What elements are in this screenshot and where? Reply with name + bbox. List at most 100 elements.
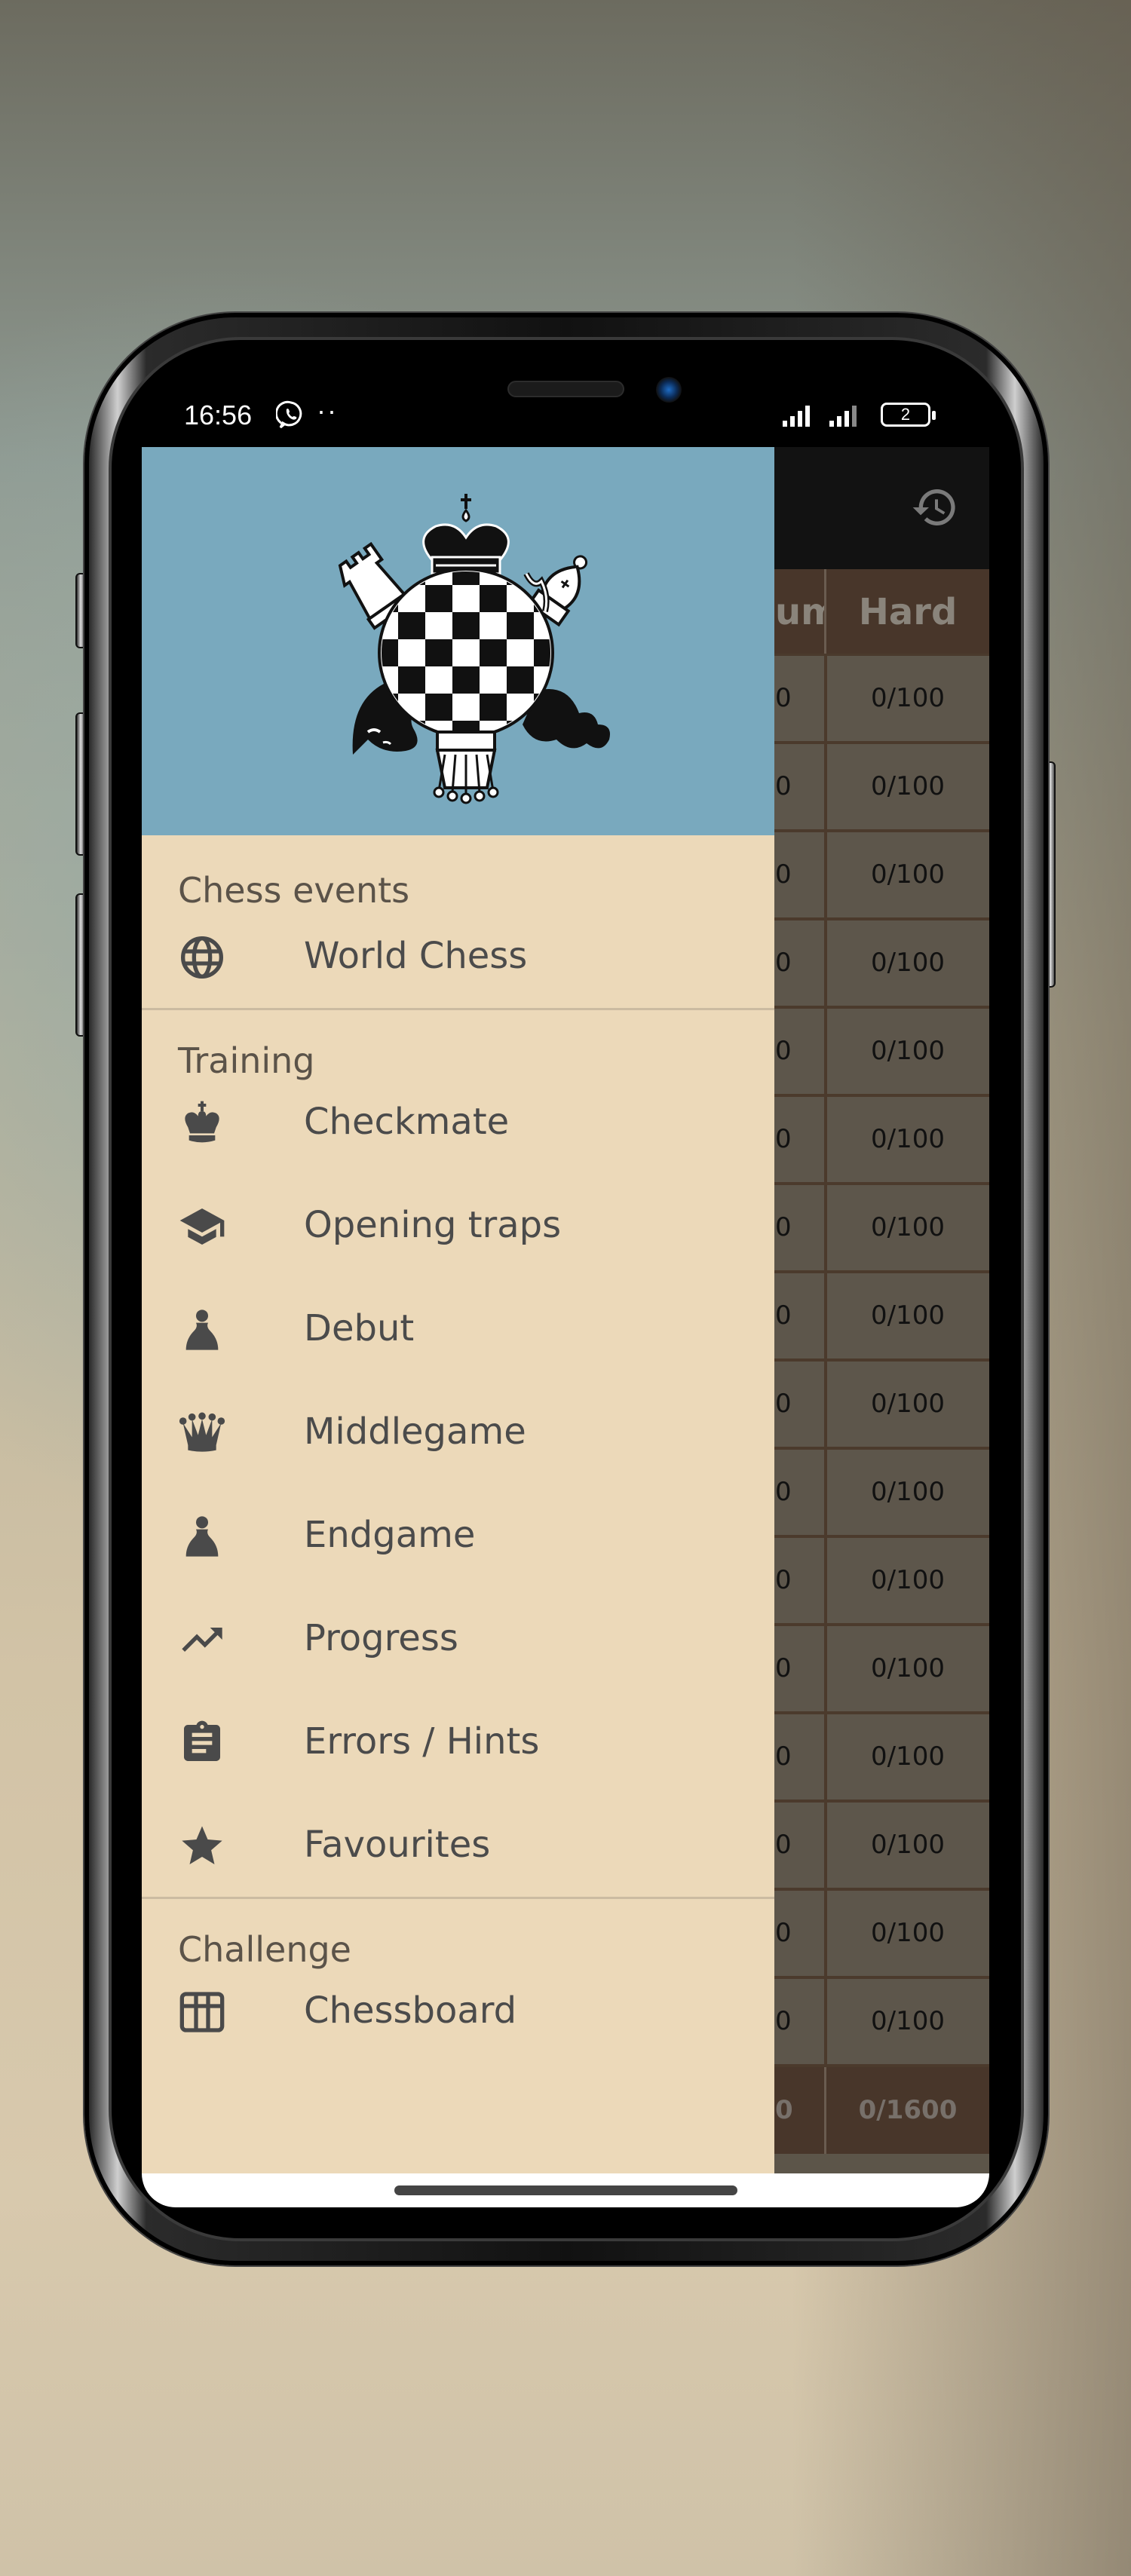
cell-medium: 0 bbox=[775, 1036, 792, 1066]
chess-pawn-icon bbox=[178, 1512, 226, 1561]
menu-item-progress[interactable]: Progress bbox=[142, 1587, 774, 1690]
cell-hard: 0/100 bbox=[871, 683, 945, 713]
navigation-drawer: Chess events World Chess Training Checkmate… bbox=[142, 447, 774, 2173]
cell-hard: 0/100 bbox=[871, 1036, 945, 1066]
menu-item-endgame[interactable]: Endgame bbox=[142, 1484, 774, 1587]
drawer-section-challenge: Challenge Chessboard bbox=[142, 1899, 774, 2063]
cell-hard: 0/100 bbox=[871, 771, 945, 801]
board-square bbox=[452, 666, 480, 694]
board-square bbox=[507, 612, 534, 639]
cell-hard: 0/100 bbox=[871, 1741, 945, 1772]
home-indicator[interactable] bbox=[394, 2185, 737, 2195]
cell-hard: 0/100 bbox=[871, 1389, 945, 1419]
menu-item-label: Debut bbox=[304, 1307, 415, 1349]
menu-item-middlegame[interactable]: Middlegame bbox=[142, 1380, 774, 1484]
menu-item-label: Opening traps bbox=[304, 1204, 562, 1246]
menu-item-debut[interactable]: Debut bbox=[142, 1277, 774, 1380]
board-square bbox=[452, 612, 480, 639]
menu-item-label: Progress bbox=[304, 1617, 458, 1659]
more-notifications-indicator: ·· bbox=[317, 395, 338, 426]
menu-item-label: Favourites bbox=[304, 1824, 491, 1866]
menu-item-world-chess[interactable]: World Chess bbox=[142, 905, 774, 1008]
menu-item-checkmate[interactable]: Checkmate bbox=[142, 1071, 774, 1174]
cell-hard: 0/100 bbox=[871, 1565, 945, 1595]
cell-medium: 0 bbox=[775, 1477, 792, 1507]
cell-medium: 0 bbox=[775, 1300, 792, 1331]
cell-medium: 0 bbox=[775, 1124, 792, 1154]
menu-item-label: Errors / Hints bbox=[304, 1720, 540, 1763]
menu-item-label: Checkmate bbox=[304, 1101, 510, 1143]
cell-medium: 0 bbox=[775, 1918, 792, 1948]
clipboard-icon bbox=[178, 1719, 226, 1767]
cell-hard: 0/100 bbox=[871, 1918, 945, 1948]
status-bar: 16:56 ·· 2 bbox=[142, 392, 989, 445]
whatsapp-icon bbox=[276, 400, 302, 429]
cell-hard: 0/100 bbox=[871, 1477, 945, 1507]
board-square bbox=[480, 639, 507, 666]
cell-medium: 0 bbox=[775, 1653, 792, 1683]
board-square bbox=[398, 666, 425, 694]
cell-hard: 0/100 bbox=[871, 948, 945, 978]
board-square bbox=[534, 748, 561, 775]
chess-logo-icon bbox=[338, 494, 610, 804]
menu-item-label: Endgame bbox=[304, 1514, 476, 1556]
cell-medium: 0 bbox=[775, 1830, 792, 1860]
cell-medium: 0 bbox=[775, 1741, 792, 1772]
board-square bbox=[480, 694, 507, 721]
battery-icon: 2 bbox=[881, 403, 936, 427]
cell-hard: 0/100 bbox=[871, 1300, 945, 1331]
menu-item-label: Chessboard bbox=[304, 1989, 517, 2032]
menu-item-opening-traps[interactable]: Opening traps bbox=[142, 1174, 774, 1277]
board-square bbox=[425, 694, 452, 721]
drawer-menu: Chess events World Chess Training Checkmate… bbox=[142, 835, 774, 2063]
graduation-cap-icon bbox=[178, 1202, 226, 1251]
cell-hard: 0/100 bbox=[871, 859, 945, 890]
menu-item-label: Middlegame bbox=[304, 1411, 526, 1453]
chess-queen-icon bbox=[178, 1409, 226, 1457]
section-title: Challenge bbox=[178, 1929, 351, 1970]
grid-icon bbox=[178, 1988, 226, 2036]
drawer-section-training: Training Checkmate Opening traps Debut Middl… bbox=[142, 1010, 774, 1897]
cell-medium: 0 bbox=[775, 1565, 792, 1595]
board-square bbox=[344, 666, 371, 694]
board-square bbox=[425, 585, 452, 612]
chess-pawn-icon bbox=[178, 1306, 226, 1354]
star-icon bbox=[178, 1822, 226, 1870]
cell-medium: 0 bbox=[775, 1212, 792, 1242]
cell-medium: 0 bbox=[775, 2006, 792, 2036]
cell-hard: 0/100 bbox=[871, 1212, 945, 1242]
board-square bbox=[371, 748, 398, 775]
board-square bbox=[382, 639, 398, 666]
cell-medium: 0 bbox=[775, 1389, 792, 1419]
menu-item-chessboard[interactable]: Chessboard bbox=[142, 1959, 774, 2063]
navigation-bar bbox=[142, 2173, 989, 2207]
cell-hard: 0/100 bbox=[871, 1653, 945, 1683]
globe-icon bbox=[178, 933, 226, 982]
total-medium: 0 bbox=[775, 2095, 793, 2125]
signal-sim1-icon bbox=[783, 406, 810, 427]
drawer-header bbox=[142, 447, 774, 835]
cell-medium: 0 bbox=[775, 771, 792, 801]
menu-item-favourites[interactable]: Favourites bbox=[142, 1793, 774, 1897]
board-square bbox=[398, 612, 425, 639]
board-square bbox=[534, 531, 561, 558]
board-square bbox=[561, 666, 588, 694]
history-icon[interactable] bbox=[911, 483, 959, 531]
drawer-section-chess-events: Chess events World Chess bbox=[142, 835, 774, 1008]
menu-item-label: World Chess bbox=[304, 935, 528, 977]
board-square bbox=[480, 585, 507, 612]
cell-medium: 0 bbox=[775, 948, 792, 978]
menu-item-errors-hints[interactable]: Errors / Hints bbox=[142, 1690, 774, 1793]
cell-medium: 0 bbox=[775, 683, 792, 713]
board-square bbox=[425, 639, 452, 666]
total-hard: 0/1600 bbox=[858, 2095, 958, 2125]
board-square bbox=[534, 639, 550, 666]
cell-medium: 0 bbox=[775, 859, 792, 890]
chess-king-icon bbox=[178, 1099, 226, 1147]
app-screen: um Hard 0 0/100 0 0/100 0 0/100 0 0/100 0 0/100 0 0… bbox=[142, 447, 989, 2173]
column-header-hard: Hard bbox=[858, 591, 958, 633]
signal-sim2-icon bbox=[829, 406, 857, 427]
section-title: Chess events bbox=[178, 870, 410, 911]
section-title: Training bbox=[178, 1040, 315, 1081]
battery-level: 2 bbox=[900, 405, 911, 424]
